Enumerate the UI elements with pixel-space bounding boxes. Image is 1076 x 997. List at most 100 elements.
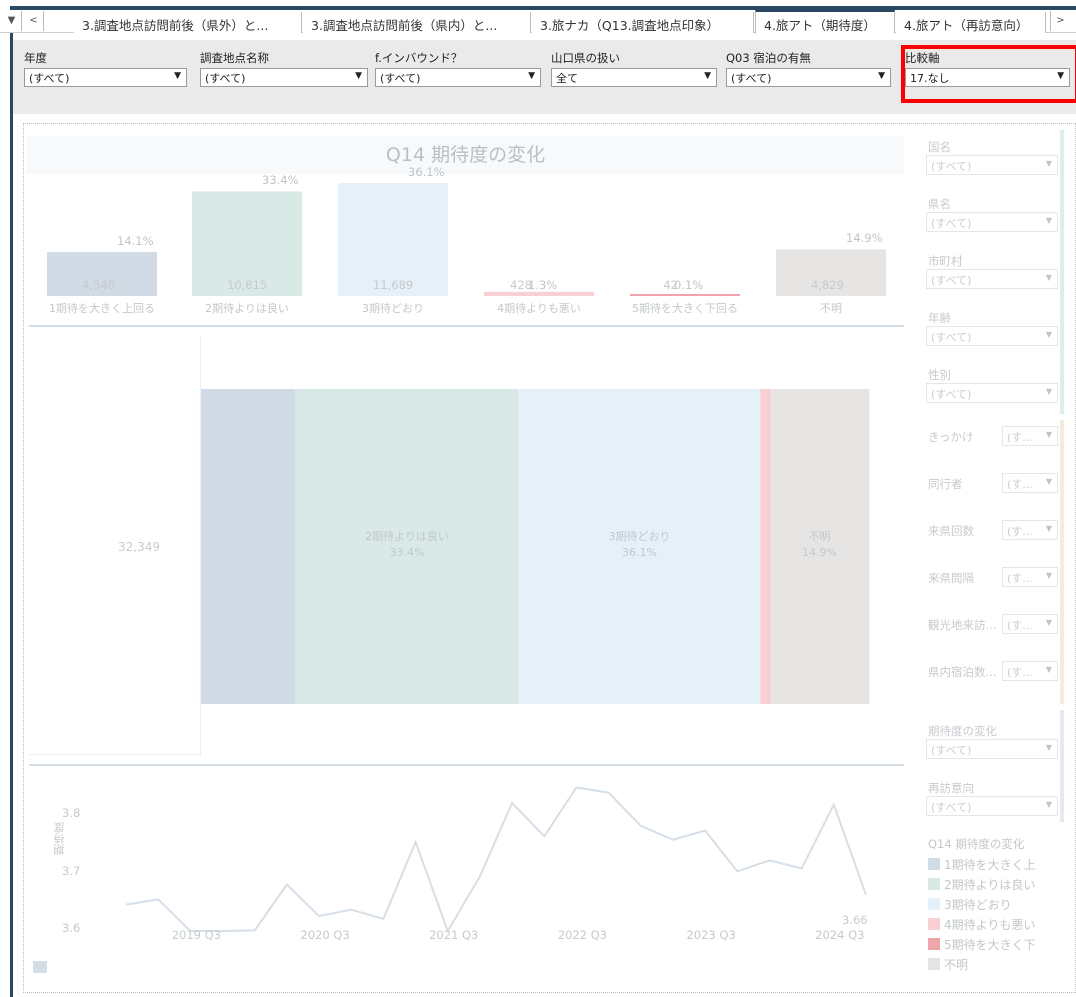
- percent-label: 33.4%: [262, 173, 299, 188]
- panel-filter-label: 観光地来訪...: [928, 618, 997, 632]
- count-bar: [484, 291, 594, 296]
- chevron-down-icon: ▼: [1045, 216, 1052, 225]
- panel-filter-label: 国名: [928, 140, 951, 154]
- panel-filter-select[interactable]: (す... ▼: [1002, 661, 1058, 681]
- percent-label: 14.1%: [117, 234, 154, 249]
- share-segment: [760, 389, 769, 704]
- y-tick-label: 3.8: [62, 806, 81, 821]
- panel-filter-select[interactable]: (す... ▼: [1002, 520, 1058, 540]
- panel-filter-value: (すべて): [931, 744, 972, 757]
- expectation-line: [125, 786, 867, 934]
- count-label: 428: [510, 278, 532, 292]
- segment-label-line: 33.4%: [389, 546, 425, 559]
- panel-filter-select[interactable]: (す... ▼: [1002, 473, 1058, 493]
- category-label: 不明: [820, 302, 842, 315]
- legend-item: 1期待を大きく上: [928, 856, 1036, 873]
- x-tick-label: 2023 Q3: [686, 928, 736, 942]
- panel-filter-select[interactable]: (すべて) ▼: [926, 212, 1058, 232]
- chevron-down-icon: ▼: [1045, 524, 1052, 533]
- y-tick-label: 3.7: [62, 863, 81, 878]
- category-label: 1期待を大きく上回る: [49, 302, 155, 315]
- percent-label: 0.1%: [674, 278, 704, 292]
- panel-filter-value: (すべて): [931, 331, 972, 344]
- panel-filter-select[interactable]: (すべて) ▼: [926, 155, 1058, 175]
- legend-label: 2期待よりは良い: [944, 878, 1036, 892]
- legend-item: 2期待よりは良い: [928, 876, 1035, 893]
- panel-filter-label: 県内宿泊数...: [928, 665, 997, 679]
- segment-label: 不明 14.9%: [770, 529, 870, 561]
- legend-swatch-icon: [928, 878, 940, 890]
- chart-separator: [29, 325, 904, 327]
- panel-filter-label: きっかけ: [928, 430, 974, 444]
- segment-label-line: 14.9%: [802, 546, 837, 559]
- chevron-down-icon: ▼: [1045, 477, 1052, 486]
- segment-label-line: 2期待よりは良い: [365, 530, 449, 543]
- chevron-down-icon: ▼: [1045, 665, 1052, 674]
- count-label: 4,546: [82, 278, 115, 292]
- panel-filter-label: 期待度の変化: [928, 724, 997, 738]
- last-value-label: 3.66: [842, 912, 868, 927]
- chevron-down-icon: ▼: [1045, 159, 1052, 168]
- panel-filter-value: (す...: [1007, 572, 1033, 585]
- category-label: 5期待を大きく下回る: [632, 302, 738, 315]
- chart-separator: [29, 764, 904, 766]
- count-label: 4,829: [811, 278, 844, 292]
- legend-swatch-icon: [928, 958, 940, 970]
- share-segment: [201, 389, 296, 704]
- panel-filter-label: 来県間隔: [928, 571, 974, 585]
- panel-filter-value: (す...: [1007, 619, 1033, 632]
- panel-filter-label: 市町村: [928, 254, 963, 268]
- panel-filter-label: 性別: [928, 368, 951, 382]
- chevron-down-icon: ▼: [1045, 743, 1052, 752]
- group-accent-bar: [1060, 130, 1064, 414]
- percent-label: 36.1%: [408, 165, 445, 179]
- legend-swatch-icon: [928, 918, 940, 930]
- panel-filter-label: 県名: [928, 197, 951, 211]
- legend-swatch-icon: [928, 858, 940, 870]
- panel-filter-select[interactable]: (すべて) ▼: [926, 796, 1058, 816]
- panel-filter-select[interactable]: (すべて) ▼: [926, 383, 1058, 403]
- panel-filter-value: (す...: [1007, 478, 1033, 491]
- panel-filter-select[interactable]: (すべて) ▼: [926, 739, 1058, 759]
- category-label: 4期待よりも悪い: [497, 302, 581, 315]
- count-label: 11,689: [373, 278, 414, 292]
- chevron-down-icon: ▼: [1045, 330, 1052, 339]
- percent-label: 1.3%: [528, 278, 558, 292]
- segment-label: 3期待どおり 36.1%: [519, 529, 761, 561]
- count-label: 10,815: [227, 278, 268, 292]
- panel-filter-value: (すべて): [931, 388, 972, 401]
- chevron-down-icon: ▼: [1045, 273, 1052, 282]
- legend-item: 4期待よりも悪い: [928, 916, 1035, 933]
- segment-label-line: 不明: [808, 530, 831, 543]
- panel-filter-select[interactable]: (すべて) ▼: [926, 269, 1058, 289]
- x-tick-label: 2020 Q3: [300, 928, 350, 942]
- chevron-down-icon: ▼: [1045, 618, 1052, 627]
- panel-filter-select[interactable]: (すべて) ▼: [926, 326, 1058, 346]
- chevron-down-icon: ▼: [1045, 571, 1052, 580]
- panel-filter-label: 同行者: [928, 477, 963, 491]
- legend-swatch-icon: [928, 898, 940, 910]
- legend-label: 4期待よりも悪い: [944, 918, 1036, 932]
- segment-label-line: 36.1%: [622, 546, 657, 559]
- panel-filter-label: 年齢: [928, 311, 951, 325]
- panel-filter-value: (す...: [1007, 431, 1033, 444]
- panel-filter-value: (す...: [1007, 525, 1033, 538]
- x-tick-label: 2022 Q3: [557, 928, 608, 942]
- legend-swatch-icon: [928, 938, 940, 950]
- panel-filter-select[interactable]: (す... ▼: [1002, 614, 1058, 634]
- legend-item: 不明: [928, 956, 968, 973]
- legend-label: 1期待を大きく上: [944, 858, 1036, 872]
- y-tick-label: 3.6: [62, 921, 81, 936]
- panel-filter-value: (すべて): [931, 801, 972, 814]
- legend-item: 5期待を大きく下: [928, 936, 1036, 953]
- chevron-down-icon: ▼: [1045, 430, 1052, 439]
- x-tick-label: 2019 Q3: [171, 928, 221, 942]
- chevron-down-icon: ▼: [1045, 387, 1052, 396]
- legend-swatch-icon: [33, 961, 47, 973]
- panel-filter-select[interactable]: (す... ▼: [1002, 567, 1058, 587]
- legend-title: Q14 期待度の変化: [928, 837, 1025, 851]
- panel-filter-value: (すべて): [931, 217, 972, 230]
- panel-filter-value: (す...: [1007, 666, 1033, 679]
- panel-filter-select[interactable]: (す... ▼: [1002, 426, 1058, 446]
- group-accent-bar: [1060, 710, 1064, 822]
